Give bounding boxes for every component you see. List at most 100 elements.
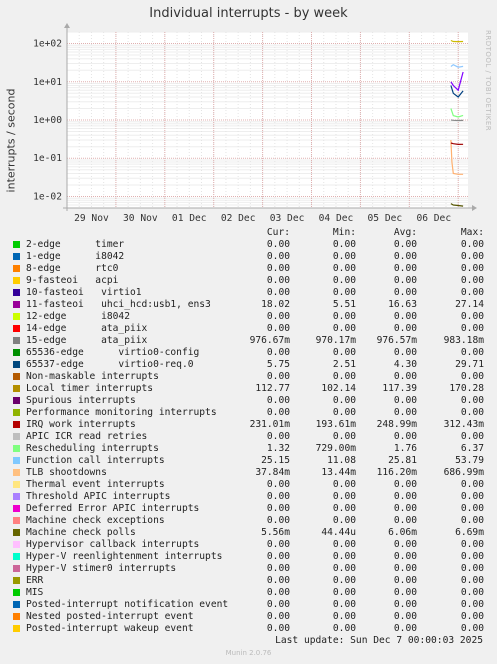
legend-value-min: 0.00 xyxy=(332,515,356,526)
legend-swatch xyxy=(13,397,20,404)
y-tick-label: 1e+02 xyxy=(33,39,62,50)
legend-value-max: 0.00 xyxy=(460,551,484,562)
legend-value-max: 0.00 xyxy=(460,311,484,322)
legend-label: Thermal event interrupts xyxy=(26,479,165,490)
legend-label: 12-edge i8042 xyxy=(26,311,130,322)
legend-value-cur: 5.75 xyxy=(266,359,290,370)
legend-value-avg: 1.76 xyxy=(393,443,417,454)
legend-swatch xyxy=(13,433,20,440)
col-header-cur: Cur: xyxy=(266,227,290,238)
legend-swatch xyxy=(13,529,20,536)
legend-row: Hyper-V reenlightenment interrupts 0.00 0.… xyxy=(0,551,497,563)
legend-value-avg: 0.00 xyxy=(393,551,417,562)
legend-swatch xyxy=(13,517,20,524)
legend-value-max: 0.00 xyxy=(460,479,484,490)
legend-swatch xyxy=(13,301,20,308)
legend-value-cur: 0.00 xyxy=(266,599,290,610)
legend-swatch xyxy=(13,349,20,356)
legend-value-avg: 0.00 xyxy=(393,479,417,490)
legend-row: Hyper-V stimer0 interrupts 0.00 0.00 0.00 0.… xyxy=(0,563,497,575)
legend-value-avg: 0.00 xyxy=(393,371,417,382)
legend-row: Threshold APIC interrupts 0.00 0.00 0.00 0.0… xyxy=(0,491,497,503)
legend-value-avg: 0.00 xyxy=(393,431,417,442)
legend-row: Rescheduling interrupts 1.32 729.00m 1.76 6.… xyxy=(0,443,497,455)
x-tick-label: 05 Dec xyxy=(368,213,403,224)
legend-value-min: 0.00 xyxy=(332,539,356,550)
legend-value-cur: 0.00 xyxy=(266,515,290,526)
legend-value-min: 11.08 xyxy=(327,455,356,466)
legend-swatch xyxy=(13,565,20,572)
legend-label: 8-edge rtc0 xyxy=(26,263,119,274)
legend-value-cur: 0.00 xyxy=(266,563,290,574)
legend-row: 12-edge i8042 0.00 0.00 0.00 0.00 xyxy=(0,311,497,323)
legend-value-cur: 231.01m xyxy=(249,419,290,430)
legend-value-min: 193.61m xyxy=(315,419,356,430)
legend-value-avg: 0.00 xyxy=(393,287,417,298)
legend-label: Posted-interrupt notification event xyxy=(26,599,229,610)
legend-swatch xyxy=(13,553,20,560)
legend-value-avg: 0.00 xyxy=(393,503,417,514)
legend-value-cur: 0.00 xyxy=(266,275,290,286)
legend-value-min: 13.44m xyxy=(321,467,356,478)
legend-row: 9-fasteoi acpi 0.00 0.00 0.00 0.00 xyxy=(0,275,497,287)
legend-label: TLB shootdowns xyxy=(26,467,107,478)
x-tick-label: 01 Dec xyxy=(172,213,207,224)
legend-row: Local timer interrupts 112.77 102.14 117.39… xyxy=(0,383,497,395)
legend-value-avg: 0.00 xyxy=(393,623,417,634)
legend-value-avg: 16.63 xyxy=(388,299,417,310)
legend-value-max: 983.18m xyxy=(443,335,484,346)
legend-value-avg: 116.20m xyxy=(376,467,417,478)
x-tick-label: 03 Dec xyxy=(270,213,305,224)
legend-swatch xyxy=(13,325,20,332)
legend-label: Local timer interrupts xyxy=(26,383,154,394)
legend-value-cur: 0.00 xyxy=(266,323,290,334)
legend-value-cur: 0.00 xyxy=(266,623,290,634)
legend-value-avg: 0.00 xyxy=(393,263,417,274)
legend-row: Performance monitoring interrupts 0.00 0.0… xyxy=(0,407,497,419)
legend-value-avg: 0.00 xyxy=(393,407,417,418)
x-tick-label: 29 Nov xyxy=(74,213,109,224)
legend-swatch xyxy=(13,469,20,476)
x-tick-label: 04 Dec xyxy=(319,213,354,224)
legend-value-min: 0.00 xyxy=(332,407,356,418)
legend-label: Spurious interrupts xyxy=(26,395,136,406)
legend-value-cur: 0.00 xyxy=(266,539,290,550)
legend-value-avg: 0.00 xyxy=(393,491,417,502)
y-axis-arrow xyxy=(64,23,70,28)
legend-label: ERR xyxy=(26,575,44,586)
x-axis-arrow xyxy=(472,205,477,211)
legend-value-max: 0.00 xyxy=(460,431,484,442)
y-tick-label: 1e-02 xyxy=(33,191,62,202)
legend-label: 65536-edge virtio0-config xyxy=(26,347,200,358)
legend-value-avg: 248.99m xyxy=(376,419,417,430)
legend-value-cur: 0.00 xyxy=(266,347,290,358)
legend-value-max: 0.00 xyxy=(460,563,484,574)
legend-value-cur: 0.00 xyxy=(266,503,290,514)
col-header-min: Min: xyxy=(332,227,356,238)
legend-swatch xyxy=(13,541,20,548)
legend-value-cur: 112.77 xyxy=(255,383,290,394)
legend-value-cur: 976.67m xyxy=(249,335,290,346)
legend-label: 65537-edge virtio0-req.0 xyxy=(26,359,194,370)
legend-swatch xyxy=(13,493,20,500)
legend-label: 15-edge ata_piix xyxy=(26,335,148,346)
legend-value-max: 6.37 xyxy=(460,443,484,454)
legend-value-max: 0.00 xyxy=(460,239,484,250)
legend-value-cur: 1.32 xyxy=(266,443,290,454)
legend-value-min: 0.00 xyxy=(332,575,356,586)
legend-row: Posted-interrupt notification event 0.00 0… xyxy=(0,599,497,611)
legend-swatch xyxy=(13,409,20,416)
legend-value-min: 0.00 xyxy=(332,251,356,262)
col-header-max: Max: xyxy=(460,227,484,238)
legend-row: 10-fasteoi virtio1 0.00 0.00 0.00 0.00 xyxy=(0,287,497,299)
legend-row: MIS 0.00 0.00 0.00 0.00 xyxy=(0,587,497,599)
legend-swatch xyxy=(13,241,20,248)
legend-row: Posted-interrupt wakeup event 0.00 0.00 0.0… xyxy=(0,623,497,635)
legend-value-max: 312.43m xyxy=(443,419,484,430)
legend-value-max: 0.00 xyxy=(460,503,484,514)
legend-swatch xyxy=(13,505,20,512)
legend-label: Hypervisor callback interrupts xyxy=(26,539,200,550)
last-update: Last update: Sun Dec 7 00:00:03 2025 xyxy=(275,635,483,646)
legend-value-min: 102.14 xyxy=(321,383,356,394)
legend-value-avg: 0.00 xyxy=(393,611,417,622)
